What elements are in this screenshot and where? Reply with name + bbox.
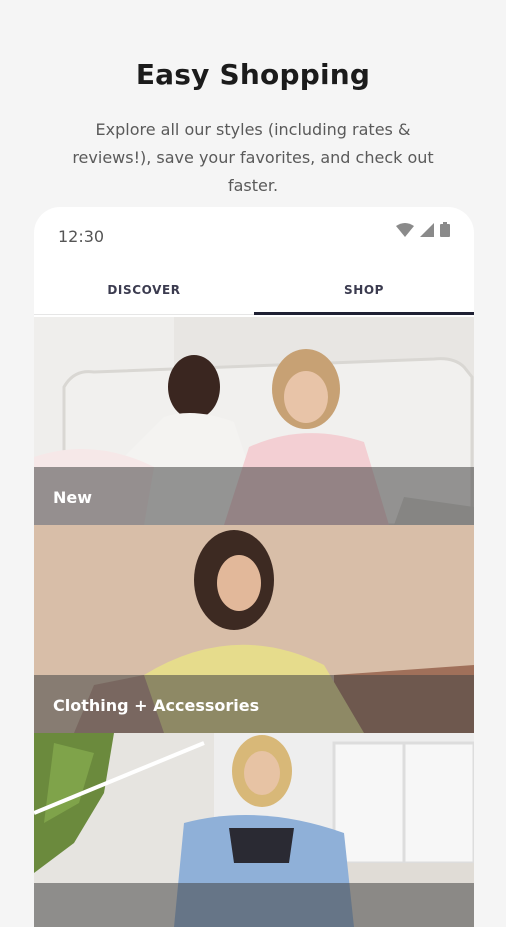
phone-frame: 12:30 DISCOVER SHOP New Clothing + Acces… [34, 207, 474, 927]
status-time: 12:30 [58, 227, 105, 246]
category-card-new[interactable]: New [34, 317, 474, 525]
category-label-clothing-accessories: Clothing + Accessories [53, 696, 260, 715]
promo-section: Easy Shopping Explore all our styles (in… [0, 0, 506, 200]
status-icons [396, 222, 450, 237]
category-overlay [34, 883, 474, 927]
promo-title: Easy Shopping [135, 58, 371, 91]
promo-description: Explore all our styles (including rates … [72, 120, 434, 195]
wifi-icon [396, 223, 414, 237]
status-bar: 12:30 [34, 207, 474, 263]
tab-shop[interactable]: SHOP [254, 269, 474, 315]
tab-bar: DISCOVER SHOP [34, 269, 474, 315]
battery-icon [440, 222, 450, 237]
category-label-new: New [53, 488, 93, 507]
signal-icon [420, 223, 434, 237]
category-card-third[interactable] [34, 733, 474, 927]
category-card-clothing-accessories[interactable]: Clothing + Accessories [34, 525, 474, 733]
tab-discover[interactable]: DISCOVER [34, 269, 254, 314]
category-overlay [34, 467, 474, 525]
